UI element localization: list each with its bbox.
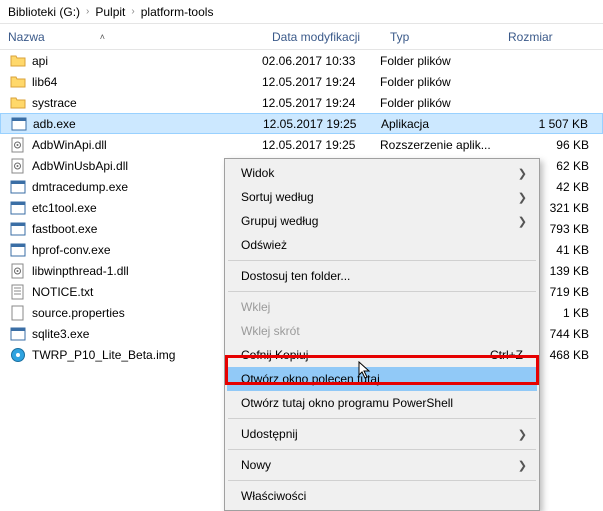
chevron-right-icon: ❯	[518, 428, 527, 441]
chevron-right-icon: ›	[86, 6, 89, 17]
dll-icon	[10, 263, 26, 279]
file-date-label: 12.05.2017 19:25	[263, 117, 381, 131]
file-name-label: AdbWinUsbApi.dll	[32, 159, 128, 173]
file-icon	[10, 305, 26, 321]
menu-item-undo-copy[interactable]: Cofnij KopiujCtrl+Z	[227, 343, 537, 367]
file-name-label: api	[32, 54, 48, 68]
file-name-label: dmtracedump.exe	[32, 180, 128, 194]
dll-icon	[10, 137, 26, 153]
file-name-label: sqlite3.exe	[32, 327, 89, 341]
chevron-right-icon: ❯	[518, 191, 527, 204]
chevron-right-icon: ❯	[518, 215, 527, 228]
file-name-label: lib64	[32, 75, 57, 89]
column-header-size[interactable]: Rozmiar	[498, 24, 603, 49]
chevron-right-icon: ❯	[518, 167, 527, 180]
file-row[interactable]: systrace 12.05.2017 19:24Folder plików	[0, 92, 603, 113]
column-headers: Nazwa ˄ Data modyfikacji Typ Rozmiar	[0, 24, 603, 50]
file-name-label: adb.exe	[33, 117, 76, 131]
breadcrumb-seg-3[interactable]: platform-tools	[141, 5, 214, 19]
file-date-label: 02.06.2017 10:33	[262, 54, 380, 68]
file-name-label: NOTICE.txt	[32, 285, 93, 299]
column-header-name[interactable]: Nazwa ˄	[0, 24, 262, 49]
file-name-label: fastboot.exe	[32, 222, 97, 236]
menu-separator	[228, 291, 536, 292]
breadcrumb-seg-1[interactable]: Biblioteki (G:)	[8, 5, 80, 19]
exe-icon	[10, 179, 26, 195]
menu-item-customize[interactable]: Dostosuj ten folder...	[227, 264, 537, 288]
file-name-label: etc1tool.exe	[32, 201, 97, 215]
file-name-label: hprof-conv.exe	[32, 243, 111, 257]
menu-item-sort-by[interactable]: Sortuj według❯	[227, 185, 537, 209]
file-type-label: Folder plików	[380, 54, 498, 68]
column-header-type[interactable]: Typ	[380, 24, 498, 49]
menu-separator	[228, 418, 536, 419]
breadcrumb[interactable]: Biblioteki (G:) › Pulpit › platform-tool…	[0, 0, 603, 24]
menu-item-refresh[interactable]: Odśwież	[227, 233, 537, 257]
menu-item-new[interactable]: Nowy❯	[227, 453, 537, 477]
exe-icon	[10, 242, 26, 258]
file-row[interactable]: lib64 12.05.2017 19:24Folder plików	[0, 71, 603, 92]
disc-icon	[10, 347, 26, 363]
file-date-label: 12.05.2017 19:24	[262, 75, 380, 89]
file-type-label: Rozszerzenie aplik...	[380, 138, 498, 152]
folder-icon	[10, 95, 26, 111]
column-header-date[interactable]: Data modyfikacji	[262, 24, 380, 49]
file-type-label: Folder plików	[380, 96, 498, 110]
exe-icon	[11, 116, 27, 132]
menu-separator	[228, 449, 536, 450]
exe-icon	[10, 221, 26, 237]
exe-icon	[10, 200, 26, 216]
file-size-label: 96 KB	[498, 138, 603, 152]
menu-item-paste-shortcut: Wklej skrót	[227, 319, 537, 343]
file-row[interactable]: AdbWinApi.dll 12.05.2017 19:25Rozszerzeni…	[0, 134, 603, 155]
menu-item-open-powershell[interactable]: Otwórz tutaj okno programu PowerShell	[227, 391, 537, 415]
txt-icon	[10, 284, 26, 300]
folder-icon	[10, 74, 26, 90]
file-name-label: TWRP_P10_Lite_Beta.img	[32, 348, 175, 362]
breadcrumb-seg-2[interactable]: Pulpit	[95, 5, 125, 19]
menu-shortcut: Ctrl+Z	[490, 348, 523, 362]
file-row[interactable]: adb.exe 12.05.2017 19:25Aplikacja1 507 KB	[0, 113, 603, 134]
menu-item-open-command-window[interactable]: Otwórz okno polecen tutaj	[227, 367, 537, 391]
file-name-label: libwinpthread-1.dll	[32, 264, 129, 278]
file-size-label: 1 507 KB	[499, 117, 602, 131]
menu-separator	[228, 480, 536, 481]
menu-item-paste: Wklej	[227, 295, 537, 319]
dll-icon	[10, 158, 26, 174]
file-name-label: source.properties	[32, 306, 125, 320]
exe-icon	[10, 326, 26, 342]
file-type-label: Aplikacja	[381, 117, 499, 131]
chevron-right-icon: ❯	[518, 459, 527, 472]
file-name-label: systrace	[32, 96, 77, 110]
file-date-label: 12.05.2017 19:25	[262, 138, 380, 152]
sort-indicator-icon: ˄	[100, 32, 105, 42]
file-date-label: 12.05.2017 19:24	[262, 96, 380, 110]
menu-item-properties[interactable]: Właściwości	[227, 484, 537, 508]
file-name-label: AdbWinApi.dll	[32, 138, 107, 152]
file-row[interactable]: api 02.06.2017 10:33Folder plików	[0, 50, 603, 71]
menu-item-share[interactable]: Udostępnij❯	[227, 422, 537, 446]
file-type-label: Folder plików	[380, 75, 498, 89]
menu-separator	[228, 260, 536, 261]
folder-icon	[10, 53, 26, 69]
menu-item-view[interactable]: Widok❯	[227, 161, 537, 185]
column-header-name-label: Nazwa	[8, 30, 45, 44]
menu-item-group-by[interactable]: Grupuj według❯	[227, 209, 537, 233]
chevron-right-icon: ›	[131, 6, 134, 17]
context-menu: Widok❯ Sortuj według❯ Grupuj według❯ Odś…	[224, 158, 540, 511]
